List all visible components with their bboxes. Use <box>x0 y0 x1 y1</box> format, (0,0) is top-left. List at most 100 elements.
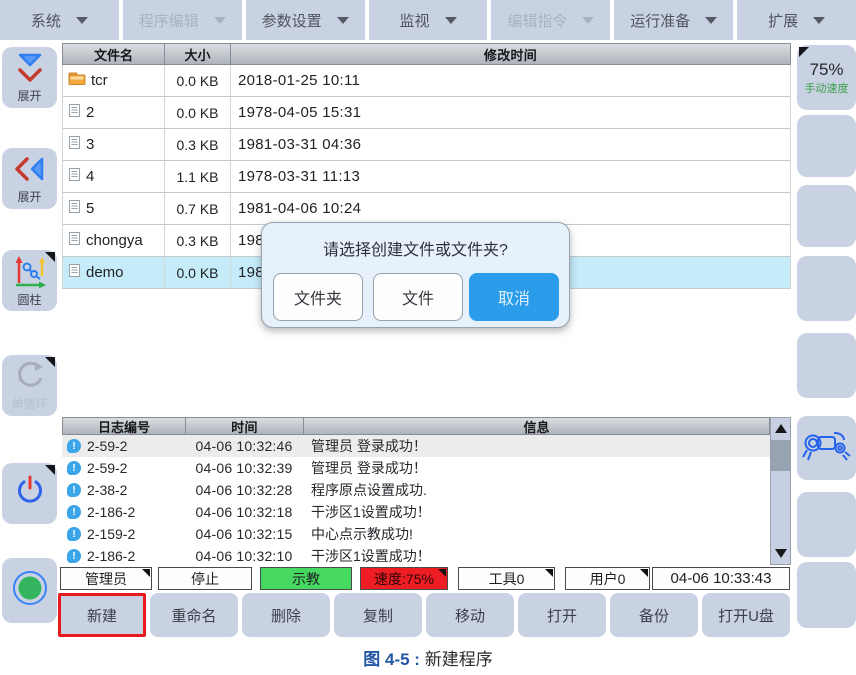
log-message: 中心点示教成功! <box>303 524 770 544</box>
log-row[interactable]: 2-159-2 04-06 10:32:15 中心点示教成功! <box>62 523 770 545</box>
menu-label: 系统 <box>31 10 61 31</box>
folder-button[interactable]: 文件夹 <box>273 273 363 321</box>
right-panel-button-5[interactable] <box>797 333 856 398</box>
file-modified: 1981-04-06 10:24 <box>231 193 790 224</box>
log-time: 04-06 10:32:46 <box>185 438 303 454</box>
chevron-down-icon <box>582 17 594 24</box>
new-button[interactable]: 新建 <box>58 593 146 637</box>
status-speed-badge[interactable]: 速度:75% <box>360 567 448 590</box>
menu-system[interactable]: 系统 <box>0 0 119 40</box>
joystick-hands-icon <box>801 426 853 471</box>
folder-icon <box>68 71 86 90</box>
file-size: 0.0 KB <box>165 97 231 128</box>
log-row[interactable]: 2-186-2 04-06 10:32:18 干涉区1设置成功！ <box>62 501 770 523</box>
chevron-down-icon <box>813 17 825 24</box>
right-panel-button-2[interactable] <box>797 115 856 177</box>
sidebar-button-single-cycle: 单循环 <box>2 355 57 416</box>
log-id: 2-59-2 <box>87 460 127 476</box>
table-row[interactable]: tcr 0.0 KB 2018-01-25 10:11 <box>62 65 791 97</box>
file-name: 4 <box>86 168 94 185</box>
chevron-down-icon <box>337 17 349 24</box>
menu-label: 编辑指令 <box>507 10 567 31</box>
table-row[interactable]: 5 0.7 KB 1981-04-06 10:24 <box>62 193 791 225</box>
menu-monitor[interactable]: 监视 <box>369 0 488 40</box>
file-size: 0.3 KB <box>165 129 231 160</box>
chevron-down-icon <box>705 17 717 24</box>
manual-speed-button[interactable]: 75% 手动速度 <box>797 45 856 110</box>
open-usb-button[interactable]: 打开U盘 <box>702 593 790 637</box>
info-icon <box>67 461 81 475</box>
expand-left-icon <box>13 153 47 190</box>
info-icon <box>67 549 81 563</box>
column-header-log-time: 时间 <box>186 418 304 434</box>
sidebar-button-expand-down[interactable]: 展开 <box>2 47 57 108</box>
expand-down-icon <box>13 52 47 89</box>
right-panel-button-3[interactable] <box>797 185 856 247</box>
file-size: 0.7 KB <box>165 193 231 224</box>
file-name: tcr <box>91 72 108 89</box>
move-button[interactable]: 移动 <box>426 593 514 637</box>
rename-button[interactable]: 重命名 <box>150 593 238 637</box>
backup-button[interactable]: 备份 <box>610 593 698 637</box>
right-panel-button-8[interactable] <box>797 562 856 628</box>
log-id: 2-186-2 <box>87 548 135 564</box>
file-button[interactable]: 文件 <box>373 273 463 321</box>
log-message: 管理员 登录成功！ <box>303 436 770 456</box>
right-panel-button-7[interactable] <box>797 492 856 557</box>
sidebar-button-cylinder-coord[interactable]: 圆柱 <box>2 250 57 311</box>
file-icon <box>68 231 81 250</box>
file-name: 5 <box>86 200 94 217</box>
cancel-button[interactable]: 取消 <box>469 273 559 321</box>
table-row[interactable]: 4 1.1 KB 1978-03-31 11:13 <box>62 161 791 193</box>
file-size: 1.1 KB <box>165 161 231 192</box>
menu-label: 参数设置 <box>262 10 322 31</box>
delete-button[interactable]: 删除 <box>242 593 330 637</box>
status-run-state: 停止 <box>158 567 252 590</box>
log-row[interactable]: 2-38-2 04-06 10:32:28 程序原点设置成功. <box>62 479 770 501</box>
robot-axes-icon <box>13 254 47 293</box>
info-icon <box>67 439 81 453</box>
teach-pendant-screen: 系统 程序编辑 参数设置 监视 编辑指令 运行准备 扩展 展开 展开 <box>0 0 856 675</box>
column-header-size: 大小 <box>165 44 231 64</box>
manual-speed-value: 75% <box>809 60 843 80</box>
sidebar-button-power[interactable] <box>2 463 57 524</box>
file-modified: 1978-04-05 15:31 <box>231 97 790 128</box>
menu-run-prepare[interactable]: 运行准备 <box>614 0 733 40</box>
table-row[interactable]: 2 0.0 KB 1978-04-05 15:31 <box>62 97 791 129</box>
log-row[interactable]: 2-59-2 04-06 10:32:46 管理员 登录成功！ <box>62 435 770 457</box>
open-button[interactable]: 打开 <box>518 593 606 637</box>
scroll-down-icon[interactable] <box>775 549 787 558</box>
scrollbar-thumb[interactable] <box>771 440 790 471</box>
log-row[interactable]: 2-186-2 04-06 10:32:10 干涉区1设置成功！ <box>62 545 770 567</box>
jog-pendant-button[interactable] <box>797 416 856 480</box>
power-icon <box>11 473 49 514</box>
table-row[interactable]: 3 0.3 KB 1981-03-31 04:36 <box>62 129 791 161</box>
menu-parameter-settings[interactable]: 参数设置 <box>246 0 365 40</box>
right-panel-button-4[interactable] <box>797 256 856 321</box>
file-icon <box>68 167 81 186</box>
figure-number: 图 4-5 : <box>363 650 420 669</box>
menu-extension[interactable]: 扩展 <box>737 0 856 40</box>
file-modified: 2018-01-25 10:11 <box>231 65 790 96</box>
column-header-modified: 修改时间 <box>231 44 790 64</box>
column-header-log-id: 日志编号 <box>63 418 186 434</box>
log-time: 04-06 10:32:18 <box>185 504 303 520</box>
log-time: 04-06 10:32:10 <box>185 548 303 564</box>
status-user-frame[interactable]: 用户0 <box>565 567 650 590</box>
menu-label: 运行准备 <box>630 10 690 31</box>
figure-title: 新建程序 <box>425 650 493 669</box>
log-message: 干涉区1设置成功！ <box>303 546 770 566</box>
file-name: 3 <box>86 136 94 153</box>
log-row[interactable]: 2-59-2 04-06 10:32:39 管理员 登录成功！ <box>62 457 770 479</box>
scroll-up-icon[interactable] <box>775 424 787 433</box>
dialog-title: 请选择创建文件或文件夹? <box>262 236 569 260</box>
copy-button[interactable]: 复制 <box>334 593 422 637</box>
sidebar-button-expand-left[interactable]: 展开 <box>2 148 57 209</box>
menu-program-edit: 程序编辑 <box>123 0 242 40</box>
status-bar: 管理员 停止 示教 速度:75% 工具0 用户0 04-06 10:33:43 <box>0 567 856 591</box>
log-scrollbar[interactable] <box>770 417 791 565</box>
status-tool-frame[interactable]: 工具0 <box>458 567 555 590</box>
sidebar-button-label: 展开 <box>17 90 41 103</box>
status-user-level[interactable]: 管理员 <box>60 567 152 590</box>
log-id: 2-59-2 <box>87 438 127 454</box>
